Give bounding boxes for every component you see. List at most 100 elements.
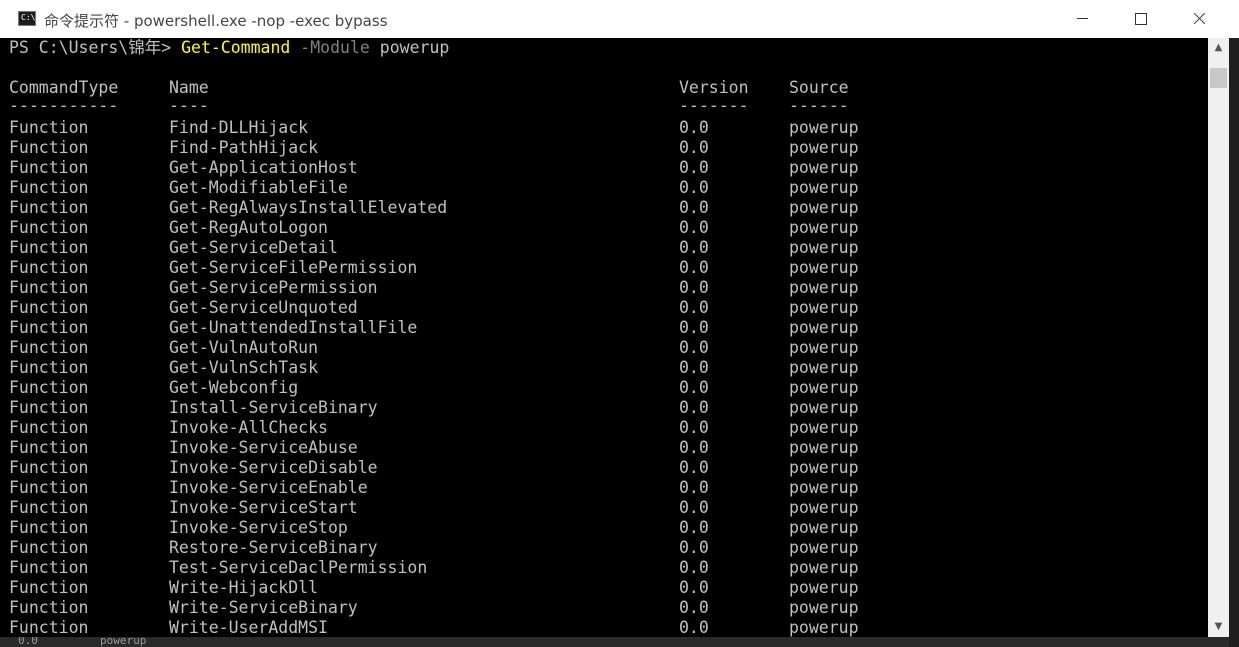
header-name: Name xyxy=(169,78,209,97)
console-output[interactable]: PS C:\Users\锦年> Get-Command -Module powe… xyxy=(0,38,1208,637)
maximize-icon xyxy=(1135,13,1147,25)
row-version: 0.0 xyxy=(679,318,709,337)
row-commandtype: Function xyxy=(9,278,89,297)
row-name: Get-ServiceFilePermission xyxy=(169,258,418,277)
console-app-icon[interactable]: C:\. xyxy=(18,11,40,26)
row-name: Invoke-ServiceAbuse xyxy=(169,438,358,457)
row-name: Get-RegAutoLogon xyxy=(169,218,328,237)
row-source: powerup xyxy=(789,598,859,617)
scroll-up-arrow-icon[interactable]: ▲ xyxy=(1208,38,1229,58)
minimize-button[interactable] xyxy=(1054,0,1112,38)
title-bar[interactable]: C:\. 命令提示符 - powershell.exe -nop -exec b… xyxy=(0,0,1239,38)
row-version: 0.0 xyxy=(679,218,709,237)
row-version: 0.0 xyxy=(679,418,709,437)
row-source: powerup xyxy=(789,158,859,177)
row-name: Restore-ServiceBinary xyxy=(169,538,378,557)
row-commandtype: Function xyxy=(9,458,89,477)
table-header: CommandType Name Version Source xyxy=(9,78,849,98)
row-commandtype: Function xyxy=(9,158,89,177)
row-name: Find-DLLHijack xyxy=(169,118,309,137)
row-version: 0.0 xyxy=(679,558,709,577)
row-commandtype: Function xyxy=(9,218,89,237)
close-button[interactable] xyxy=(1170,0,1228,38)
row-name: Get-ServicePermission xyxy=(169,278,378,297)
row-commandtype: Function xyxy=(9,578,89,597)
table-header-underline: ----------- ---- ------- ------ xyxy=(9,96,849,116)
row-commandtype: Function xyxy=(9,558,89,577)
row-name: Get-ModifiableFile xyxy=(169,178,348,197)
app-icon-glyph: C:\. xyxy=(21,13,41,22)
row-version: 0.0 xyxy=(679,278,709,297)
vertical-scrollbar[interactable]: ▲ ▼ xyxy=(1208,38,1229,637)
row-name: Get-ServiceDetail xyxy=(169,238,338,257)
row-source: powerup xyxy=(789,358,859,377)
row-version: 0.0 xyxy=(679,478,709,497)
row-name: Get-RegAlwaysInstallElevated xyxy=(169,198,448,217)
row-version: 0.0 xyxy=(679,398,709,417)
row-source: powerup xyxy=(789,458,859,477)
underline-commandtype: ----------- xyxy=(9,96,119,115)
row-commandtype: Function xyxy=(9,518,89,537)
window-title: 命令提示符 - powershell.exe -nop -exec bypass xyxy=(44,12,388,30)
row-version: 0.0 xyxy=(679,258,709,277)
row-version: 0.0 xyxy=(679,618,709,637)
scroll-down-arrow-icon[interactable]: ▼ xyxy=(1208,617,1229,637)
row-version: 0.0 xyxy=(679,438,709,457)
row-source: powerup xyxy=(789,538,859,557)
row-commandtype: Function xyxy=(9,118,89,137)
row-version: 0.0 xyxy=(679,358,709,377)
row-version: 0.0 xyxy=(679,118,709,137)
row-commandtype: Function xyxy=(9,478,89,497)
background-window-peek: 0.0 powerup xyxy=(0,637,1229,647)
row-name: Get-Webconfig xyxy=(169,378,299,397)
row-source: powerup xyxy=(789,498,859,517)
row-commandtype: Function xyxy=(9,418,89,437)
row-commandtype: Function xyxy=(9,598,89,617)
row-version: 0.0 xyxy=(679,158,709,177)
row-version: 0.0 xyxy=(679,518,709,537)
background-desktop-edge xyxy=(1229,38,1239,647)
row-name: Get-VulnSchTask xyxy=(169,358,319,377)
row-source: powerup xyxy=(789,198,859,217)
row-commandtype: Function xyxy=(9,538,89,557)
row-commandtype: Function xyxy=(9,498,89,517)
row-name: Get-VulnAutoRun xyxy=(169,338,319,357)
row-commandtype: Function xyxy=(9,398,89,417)
row-commandtype: Function xyxy=(9,178,89,197)
row-name: Invoke-ServiceDisable xyxy=(169,458,378,477)
prompt-command: Get-Command xyxy=(181,38,291,57)
row-source: powerup xyxy=(789,438,859,457)
row-source: powerup xyxy=(789,338,859,357)
peek-text-version: 0.0 xyxy=(18,637,38,647)
row-name: Write-ServiceBinary xyxy=(169,598,358,617)
maximize-button[interactable] xyxy=(1112,0,1170,38)
row-version: 0.0 xyxy=(679,138,709,157)
row-commandtype: Function xyxy=(9,438,89,457)
row-source: powerup xyxy=(789,178,859,197)
row-source: powerup xyxy=(789,398,859,417)
row-commandtype: Function xyxy=(9,358,89,377)
row-name: Get-UnattendedInstallFile xyxy=(169,318,418,337)
underline-name: ---- xyxy=(169,96,209,115)
prompt-arg: powerup xyxy=(369,38,450,57)
row-name: Install-ServiceBinary xyxy=(169,398,378,417)
minimize-icon xyxy=(1077,18,1088,19)
powershell-window: C:\. 命令提示符 - powershell.exe -nop -exec b… xyxy=(0,0,1239,647)
row-name: Write-HijackDll xyxy=(169,578,319,597)
row-source: powerup xyxy=(789,418,859,437)
row-name: Get-ApplicationHost xyxy=(169,158,358,177)
row-name: Write-UserAddMSI xyxy=(169,618,328,637)
row-source: powerup xyxy=(789,138,859,157)
underline-version: ------- xyxy=(679,96,749,115)
row-version: 0.0 xyxy=(679,578,709,597)
row-version: 0.0 xyxy=(679,458,709,477)
row-version: 0.0 xyxy=(679,238,709,257)
row-name: Test-ServiceDaclPermission xyxy=(169,558,428,577)
row-source: powerup xyxy=(789,518,859,537)
row-name: Get-ServiceUnquoted xyxy=(169,298,358,317)
row-source: powerup xyxy=(789,258,859,277)
peek-text-source: powerup xyxy=(100,637,147,647)
scrollbar-thumb[interactable] xyxy=(1210,68,1227,88)
underline-source: ------ xyxy=(789,96,849,115)
row-source: powerup xyxy=(789,318,859,337)
